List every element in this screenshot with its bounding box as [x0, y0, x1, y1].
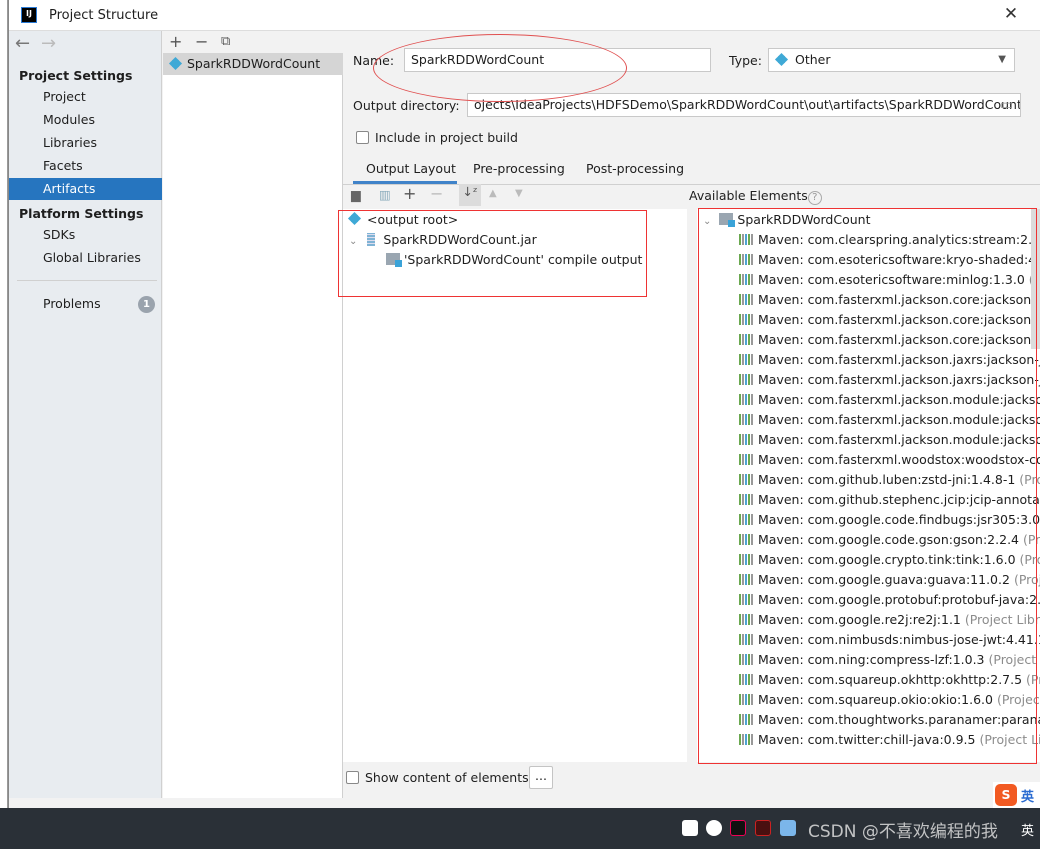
remove-icon[interactable]: −	[430, 184, 443, 203]
ime-language: 英	[1021, 790, 1035, 805]
annotation-ellipse	[373, 34, 627, 102]
type-value: Other	[795, 52, 831, 67]
back-arrow-icon[interactable]: ←	[15, 33, 30, 54]
problems-count-badge: 1	[138, 296, 155, 313]
background-window	[0, 0, 8, 808]
move-down-icon[interactable]: ▼	[515, 188, 523, 199]
title-bar: IJ Project Structure ✕	[9, 0, 1040, 31]
divider	[17, 280, 157, 281]
include-in-build-label: Include in project build	[375, 130, 518, 145]
window-title: Project Structure	[49, 8, 159, 23]
include-in-build-checkbox[interactable]: Include in project build	[356, 130, 518, 145]
available-elements-title: Available Elements	[689, 188, 808, 203]
tab-post-processing[interactable]: Post-processing	[586, 159, 684, 183]
show-content-label: Show content of elements	[365, 770, 529, 785]
tray-red-icon[interactable]	[755, 820, 771, 836]
remove-icon[interactable]: −	[195, 32, 208, 51]
add-icon[interactable]: +	[169, 32, 182, 51]
qq-icon[interactable]	[730, 820, 746, 836]
copy-icon[interactable]: ⧉	[221, 34, 230, 49]
type-label: Type:	[729, 53, 762, 68]
ime-indicator[interactable]: S英	[993, 782, 1040, 808]
annotation-box-layout	[338, 210, 647, 297]
sidebar-item-artifacts[interactable]: Artifacts	[9, 178, 162, 200]
sidebar-item-sdks[interactable]: SDKs	[9, 224, 162, 246]
output-directory-label: Output directory:	[353, 98, 460, 113]
sort-alpha-icon[interactable]: ↓ᶻ	[459, 184, 481, 206]
close-icon[interactable]: ✕	[999, 4, 1023, 24]
tray-language[interactable]: 英	[1021, 820, 1034, 839]
chevron-down-icon: ▼	[998, 54, 1006, 65]
forward-arrow-icon[interactable]: →	[41, 33, 56, 54]
archive-icon[interactable]: ▥	[379, 187, 391, 202]
browse-folder-icon[interactable]: ▭	[1000, 97, 1013, 113]
show-content-checkbox[interactable]: Show content of elements	[346, 770, 529, 785]
move-up-icon[interactable]: ▲	[489, 188, 497, 199]
checkbox-icon[interactable]	[356, 131, 369, 144]
sidebar-item-project[interactable]: Project	[9, 86, 162, 108]
edge-icon[interactable]	[706, 820, 722, 836]
divider	[343, 184, 1040, 185]
sidebar-item-facets[interactable]: Facets	[9, 155, 162, 177]
network-icon[interactable]	[780, 820, 796, 836]
artifact-icon	[168, 56, 183, 71]
tab-pre-processing[interactable]: Pre-processing	[473, 159, 565, 183]
help-icon[interactable]: ?	[807, 191, 822, 205]
sidebar-item-libraries[interactable]: Libraries	[9, 132, 162, 154]
artifact-list-item[interactable]: SparkRDDWordCount	[163, 53, 343, 75]
intellij-logo-icon: IJ	[21, 7, 37, 23]
platform-settings-heading: Platform Settings	[19, 206, 144, 221]
tab-output-layout[interactable]: Output Layout	[366, 159, 456, 183]
annotation-box-available	[698, 208, 1037, 764]
type-select[interactable]: Other ▼	[768, 48, 1015, 72]
available-elements-label: Available Elements?	[689, 188, 822, 205]
new-directory-icon[interactable]: ▆	[351, 187, 361, 202]
sidebar: ← → Project Settings Project Modules Lib…	[9, 31, 162, 798]
more-button[interactable]: ...	[529, 766, 553, 789]
sogou-icon: S	[995, 784, 1017, 806]
artifacts-list-panel: + − ⧉ SparkRDDWordCount	[163, 31, 343, 798]
artifact-name: SparkRDDWordCount	[187, 56, 321, 71]
tray-app-icon[interactable]	[682, 820, 698, 836]
watermark: CSDN @不喜欢编程的我	[808, 822, 998, 842]
add-copy-icon[interactable]: +	[403, 184, 416, 203]
sidebar-item-global-libraries[interactable]: Global Libraries	[9, 247, 162, 269]
artifacts-toolbar: + − ⧉	[163, 31, 343, 53]
project-settings-heading: Project Settings	[19, 68, 133, 83]
checkbox-icon[interactable]	[346, 771, 359, 784]
other-type-icon	[774, 52, 789, 67]
sidebar-item-modules[interactable]: Modules	[9, 109, 162, 131]
